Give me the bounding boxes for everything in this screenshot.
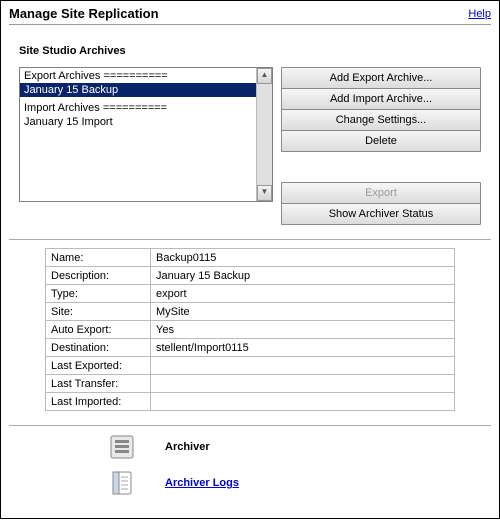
list-group-export: Export Archives ========== [20, 69, 256, 83]
detail-key: Last Imported: [46, 393, 151, 411]
list-item-import-1[interactable]: January 15 Import [20, 115, 256, 129]
list-scrollbar[interactable]: ▲ ▼ [256, 68, 272, 201]
add-export-archive-button[interactable]: Add Export Archive... [281, 67, 481, 89]
table-row: Destination:stellent/Import0115 [46, 339, 455, 357]
page-title: Manage Site Replication [9, 6, 159, 21]
detail-key: Type: [46, 285, 151, 303]
detail-value: export [151, 285, 455, 303]
details-table: Name:Backup0115 Description:January 15 B… [45, 248, 455, 411]
detail-value [151, 375, 455, 393]
detail-key: Auto Export: [46, 321, 151, 339]
detail-key: Site: [46, 303, 151, 321]
table-row: Last Imported: [46, 393, 455, 411]
detail-key: Last Exported: [46, 357, 151, 375]
table-row: Name:Backup0115 [46, 249, 455, 267]
list-item-export-1[interactable]: January 15 Backup [20, 83, 256, 97]
archiver-link[interactable]: Archiver [165, 441, 210, 453]
archiver-logs-icon [109, 470, 135, 496]
export-button[interactable]: Export [281, 182, 481, 204]
table-row: Last Exported: [46, 357, 455, 375]
separator [9, 239, 491, 240]
help-link[interactable]: Help [468, 8, 491, 20]
detail-value: January 15 Backup [151, 267, 455, 285]
table-row: Description:January 15 Backup [46, 267, 455, 285]
detail-key: Destination: [46, 339, 151, 357]
show-archiver-status-button[interactable]: Show Archiver Status [281, 203, 481, 225]
separator [9, 425, 491, 426]
detail-key: Description: [46, 267, 151, 285]
detail-value: Yes [151, 321, 455, 339]
detail-value [151, 393, 455, 411]
add-import-archive-button[interactable]: Add Import Archive... [281, 88, 481, 110]
list-group-import: Import Archives ========== [20, 101, 256, 115]
detail-key: Name: [46, 249, 151, 267]
detail-value: stellent/Import0115 [151, 339, 455, 357]
scroll-track[interactable] [257, 84, 272, 185]
table-row: Site:MySite [46, 303, 455, 321]
archives-listbox[interactable]: Export Archives ========== January 15 Ba… [19, 67, 273, 202]
detail-key: Last Transfer: [46, 375, 151, 393]
table-row: Auto Export:Yes [46, 321, 455, 339]
detail-value [151, 357, 455, 375]
delete-button[interactable]: Delete [281, 130, 481, 152]
section-label: Site Studio Archives [19, 45, 491, 57]
detail-value: MySite [151, 303, 455, 321]
table-row: Last Transfer: [46, 375, 455, 393]
change-settings-button[interactable]: Change Settings... [281, 109, 481, 131]
archiver-icon [109, 434, 135, 460]
detail-value: Backup0115 [151, 249, 455, 267]
archiver-logs-link[interactable]: Archiver Logs [165, 477, 239, 489]
scroll-up-icon[interactable]: ▲ [257, 68, 272, 84]
scroll-down-icon[interactable]: ▼ [257, 185, 272, 201]
table-row: Type:export [46, 285, 455, 303]
